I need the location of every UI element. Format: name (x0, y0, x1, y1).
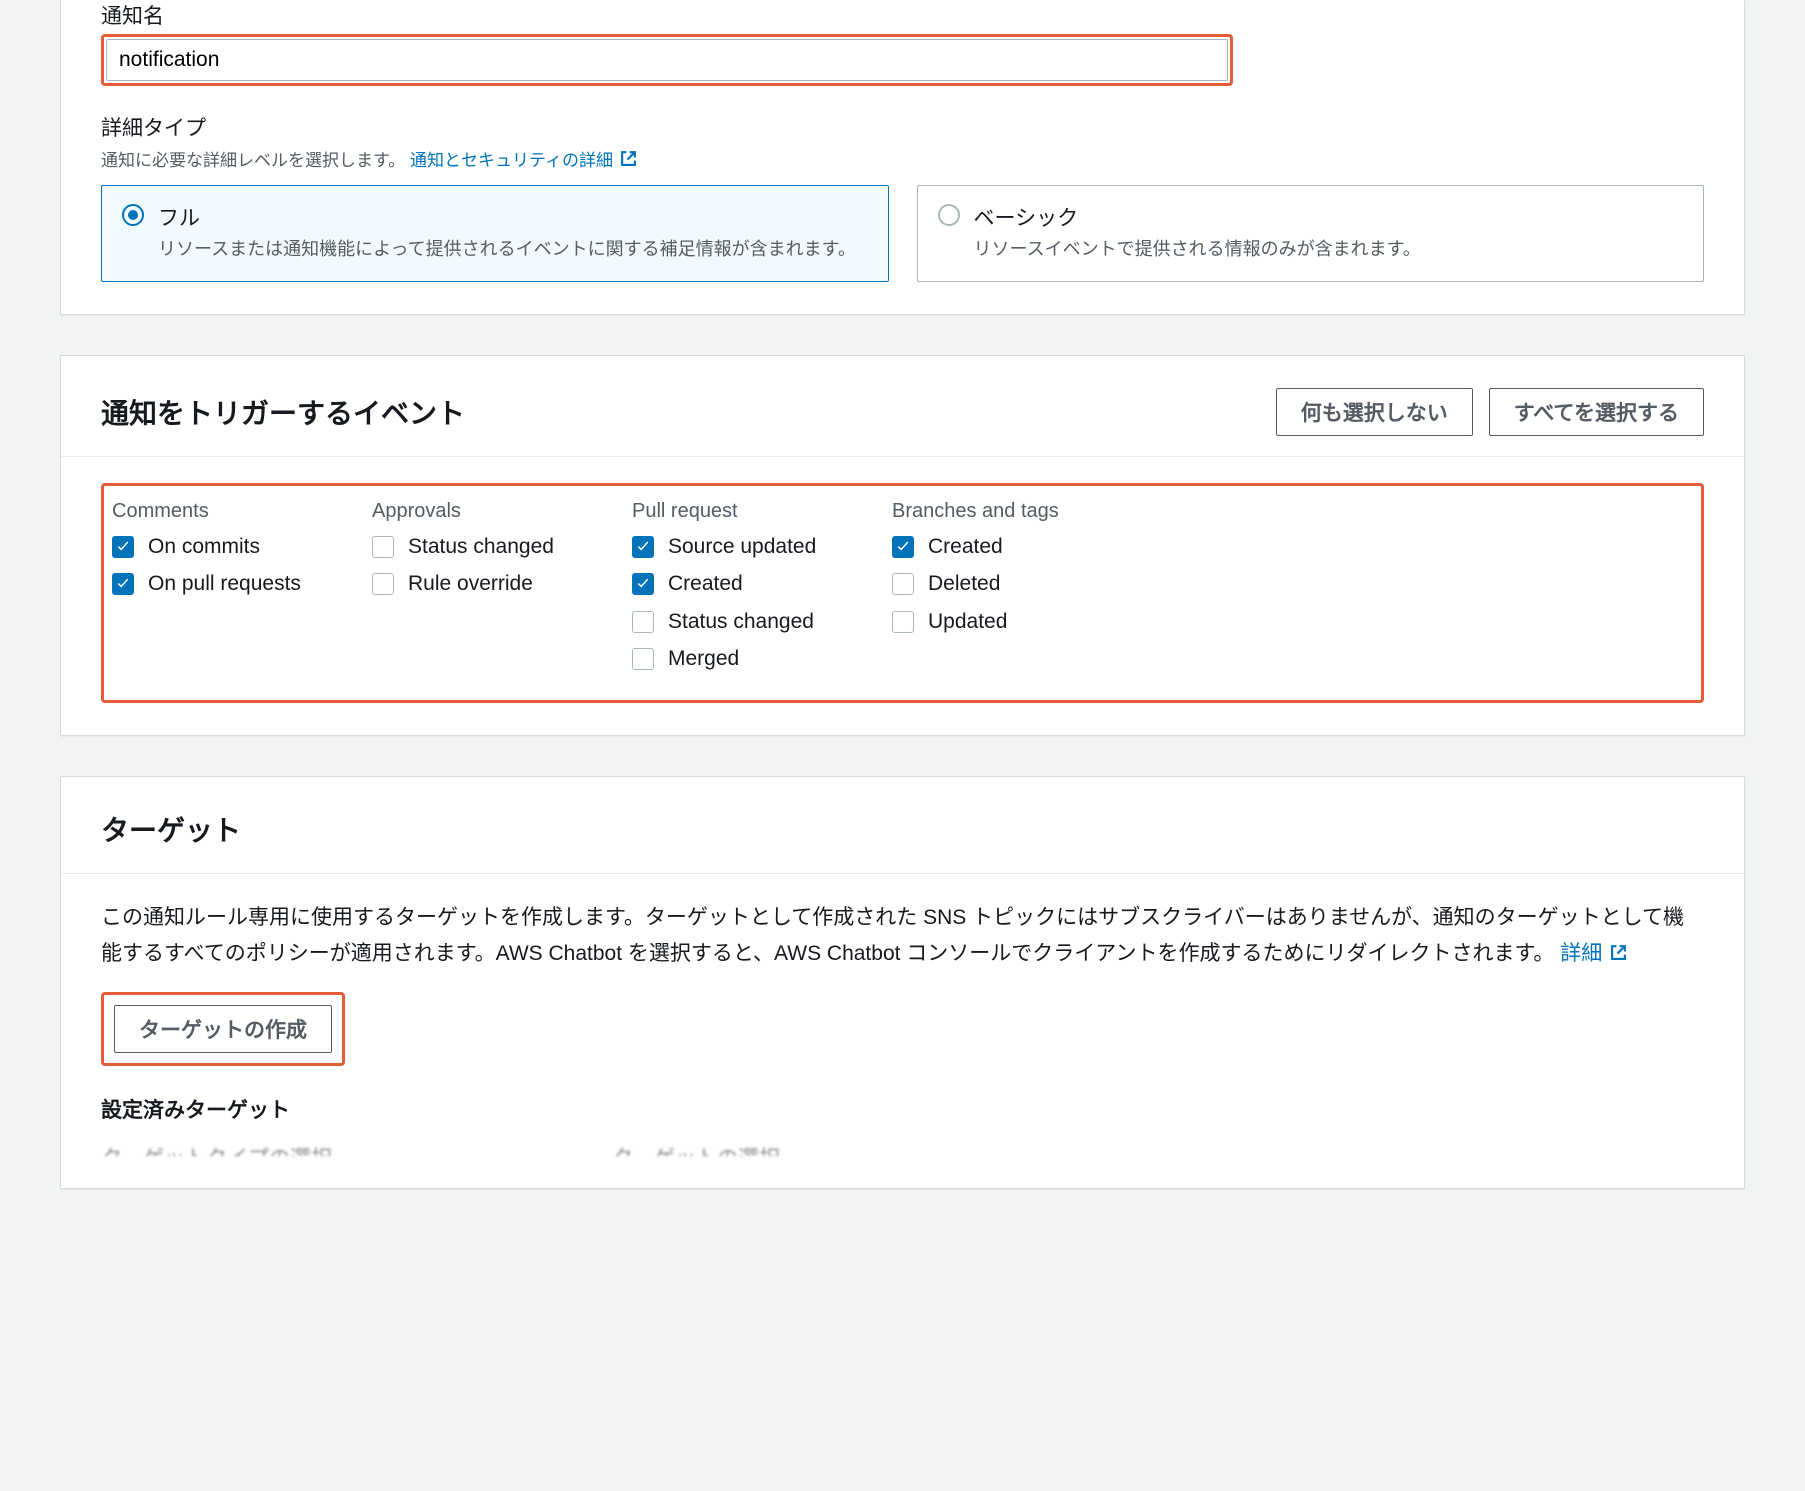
create-target-button[interactable]: ターゲットの作成 (114, 1005, 332, 1053)
event-checkbox-row[interactable]: Status changed (632, 608, 832, 635)
event-label: Created (928, 533, 1003, 560)
events-title: 通知をトリガーするイベント (101, 392, 465, 432)
detail-type-full-desc: リソースまたは通知機能によって提供されるイベントに関する補足情報が含まれます。 (158, 236, 856, 263)
checkbox-icon (372, 573, 394, 595)
event-checkbox-row[interactable]: Created (632, 570, 832, 597)
event-checkbox-row[interactable]: Created (892, 533, 1092, 560)
notification-name-label: 通知名 (101, 0, 1704, 30)
detail-type-sub: 通知に必要な詳細レベルを選択します。 通知とセキュリティの詳細 (101, 146, 1704, 171)
events-column: Approvals Status changed Rule override (372, 500, 572, 682)
notification-name-highlight (101, 34, 1233, 86)
detail-type-options: フル リソースまたは通知機能によって提供されるイベントに関する補足情報が含まれま… (101, 185, 1704, 282)
detail-type-basic-desc: リソースイベントで提供される情報のみが含まれます。 (974, 236, 1421, 263)
events-highlight: Comments On commits On pull requests Approv… (101, 483, 1704, 703)
event-label: Rule override (408, 570, 533, 597)
events-column: Comments On commits On pull requests (112, 500, 312, 682)
events-column: Branches and tags Created Deleted Updated (892, 500, 1092, 682)
events-column-title: Branches and tags (892, 500, 1092, 523)
event-label: Updated (928, 608, 1007, 635)
events-column-title: Comments (112, 500, 312, 523)
checkbox-icon (892, 573, 914, 595)
configured-targets-title: 設定済みターゲット (101, 1094, 1704, 1124)
settings-panel: 通知名 詳細タイプ 通知に必要な詳細レベルを選択します。 通知とセキュリティの詳… (60, 0, 1745, 315)
create-target-highlight: ターゲットの作成 (101, 992, 345, 1066)
targets-title: ターゲット (101, 809, 1704, 849)
detail-type-basic-title: ベーシック (974, 202, 1421, 232)
event-label: On commits (148, 533, 260, 560)
notification-name-input[interactable] (106, 39, 1228, 81)
event-label: Status changed (408, 533, 554, 560)
radio-icon (122, 204, 144, 226)
detail-type-basic[interactable]: ベーシック リソースイベントで提供される情報のみが含まれます。 (917, 185, 1705, 282)
external-link-icon (1610, 937, 1627, 954)
event-checkbox-row[interactable]: Updated (892, 608, 1092, 635)
event-checkbox-row[interactable]: Deleted (892, 570, 1092, 597)
targets-details-link[interactable]: 詳細 (1560, 942, 1627, 965)
checkbox-icon (112, 573, 134, 595)
event-checkbox-row[interactable]: Merged (632, 645, 832, 672)
event-checkbox-row[interactable]: Rule override (372, 570, 572, 597)
cutoff-row: ターゲットタイプの選択 ターゲットの選択 (101, 1142, 1704, 1156)
event-label: Source updated (668, 533, 816, 560)
event-label: Merged (668, 645, 739, 672)
external-link-icon (620, 150, 637, 167)
detail-type-label: 詳細タイプ (101, 112, 1704, 142)
event-label: Created (668, 570, 743, 597)
checkbox-icon (892, 611, 914, 633)
event-label: On pull requests (148, 570, 301, 597)
checkbox-icon (632, 648, 654, 670)
detail-type-link[interactable]: 通知とセキュリティの詳細 (410, 151, 637, 170)
event-checkbox-row[interactable]: On pull requests (112, 570, 312, 597)
detail-type-full-title: フル (158, 202, 856, 232)
checkbox-icon (372, 536, 394, 558)
events-column-title: Pull request (632, 500, 832, 523)
events-column-title: Approvals (372, 500, 572, 523)
targets-desc: この通知ルール専用に使用するターゲットを作成します。ターゲットとして作成された … (101, 900, 1704, 971)
select-all-button[interactable]: すべてを選択する (1489, 388, 1704, 436)
checkbox-icon (632, 536, 654, 558)
checkbox-icon (632, 611, 654, 633)
event-label: Deleted (928, 570, 1000, 597)
events-grid: Comments On commits On pull requests Approv… (104, 486, 1701, 700)
events-column: Pull request Source updated Created Status … (632, 500, 832, 682)
radio-icon (938, 204, 960, 226)
checkbox-icon (632, 573, 654, 595)
deselect-all-button[interactable]: 何も選択しない (1276, 388, 1473, 436)
event-label: Status changed (668, 608, 814, 635)
events-panel: 通知をトリガーするイベント 何も選択しない すべてを選択する Comments O… (60, 355, 1745, 736)
event-checkbox-row[interactable]: Status changed (372, 533, 572, 560)
checkbox-icon (892, 536, 914, 558)
event-checkbox-row[interactable]: Source updated (632, 533, 832, 560)
checkbox-icon (112, 536, 134, 558)
targets-panel: ターゲット この通知ルール専用に使用するターゲットを作成します。ターゲットとして… (60, 776, 1745, 1188)
event-checkbox-row[interactable]: On commits (112, 533, 312, 560)
detail-type-full[interactable]: フル リソースまたは通知機能によって提供されるイベントに関する補足情報が含まれま… (101, 185, 889, 282)
